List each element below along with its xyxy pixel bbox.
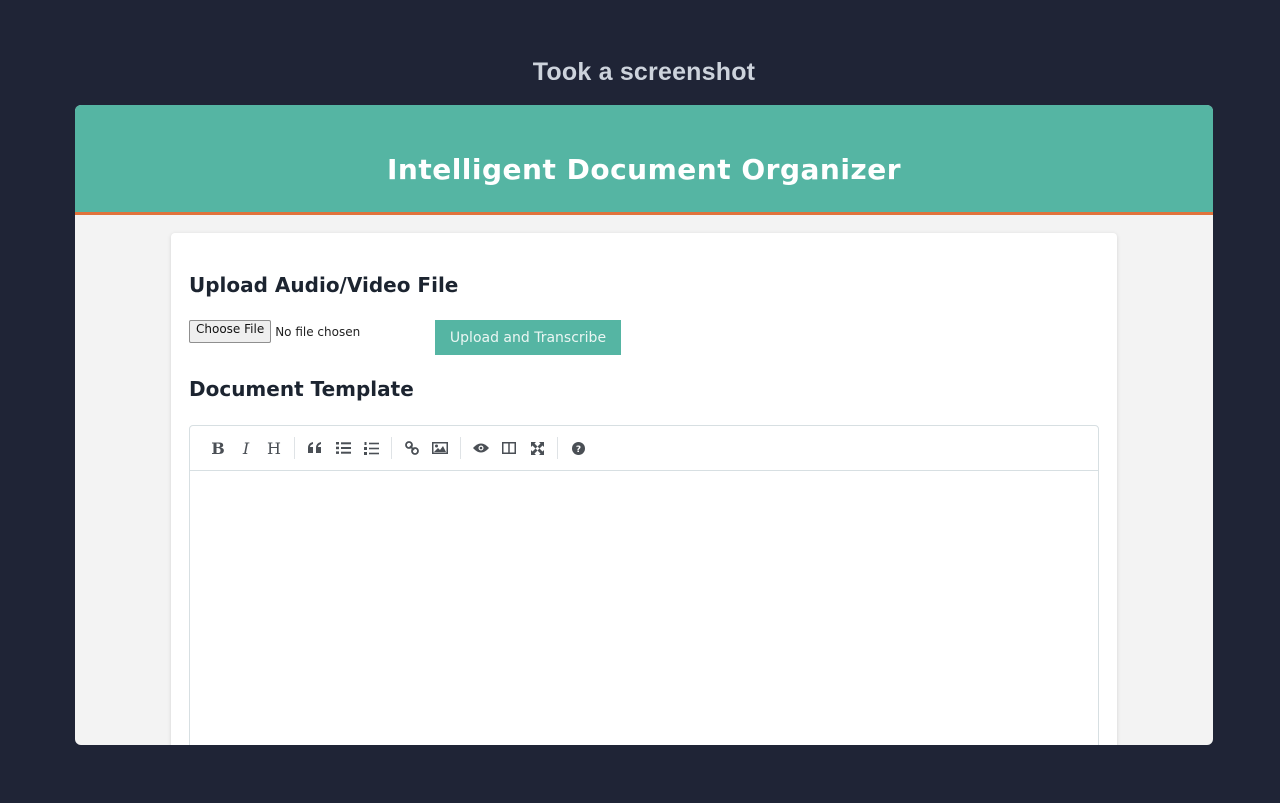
editor-toolbar: B I H ? xyxy=(190,426,1098,471)
toolbar-separator xyxy=(391,437,392,459)
choose-file-button[interactable]: Choose File xyxy=(189,320,272,343)
screenshot-caption: Took a screenshot xyxy=(532,58,756,86)
editor-textarea[interactable] xyxy=(190,471,1098,745)
app-header: Intelligent Document Organizer xyxy=(75,105,1213,215)
image-icon[interactable] xyxy=(426,434,454,462)
template-section-heading: Document Template xyxy=(189,377,414,401)
fullscreen-icon[interactable] xyxy=(523,434,551,462)
help-icon[interactable]: ? xyxy=(564,434,592,462)
preview-icon[interactable] xyxy=(467,434,495,462)
file-input[interactable]: Choose File No file chosen xyxy=(189,320,360,343)
file-status-text: No file chosen xyxy=(275,324,361,339)
app-title: Intelligent Document Organizer xyxy=(386,153,902,186)
upload-and-transcribe-button[interactable]: Upload and Transcribe xyxy=(435,320,621,355)
link-icon[interactable] xyxy=(398,434,426,462)
toolbar-separator xyxy=(460,437,461,459)
unordered-list-icon[interactable] xyxy=(329,434,357,462)
italic-icon[interactable]: I xyxy=(232,434,260,462)
side-by-side-icon[interactable] xyxy=(495,434,523,462)
svg-text:?: ? xyxy=(575,445,580,455)
upload-section-heading: Upload Audio/Video File xyxy=(189,273,459,297)
ordered-list-icon[interactable] xyxy=(357,434,385,462)
main-card: Upload Audio/Video File Choose File No f… xyxy=(171,233,1117,745)
toolbar-separator xyxy=(557,437,558,459)
markdown-editor: B I H ? xyxy=(189,425,1099,745)
toolbar-separator xyxy=(294,437,295,459)
bold-icon[interactable]: B xyxy=(204,434,232,462)
app-window: Intelligent Document Organizer Upload Au… xyxy=(75,105,1213,745)
heading-icon[interactable]: H xyxy=(260,434,288,462)
quote-icon[interactable] xyxy=(301,434,329,462)
